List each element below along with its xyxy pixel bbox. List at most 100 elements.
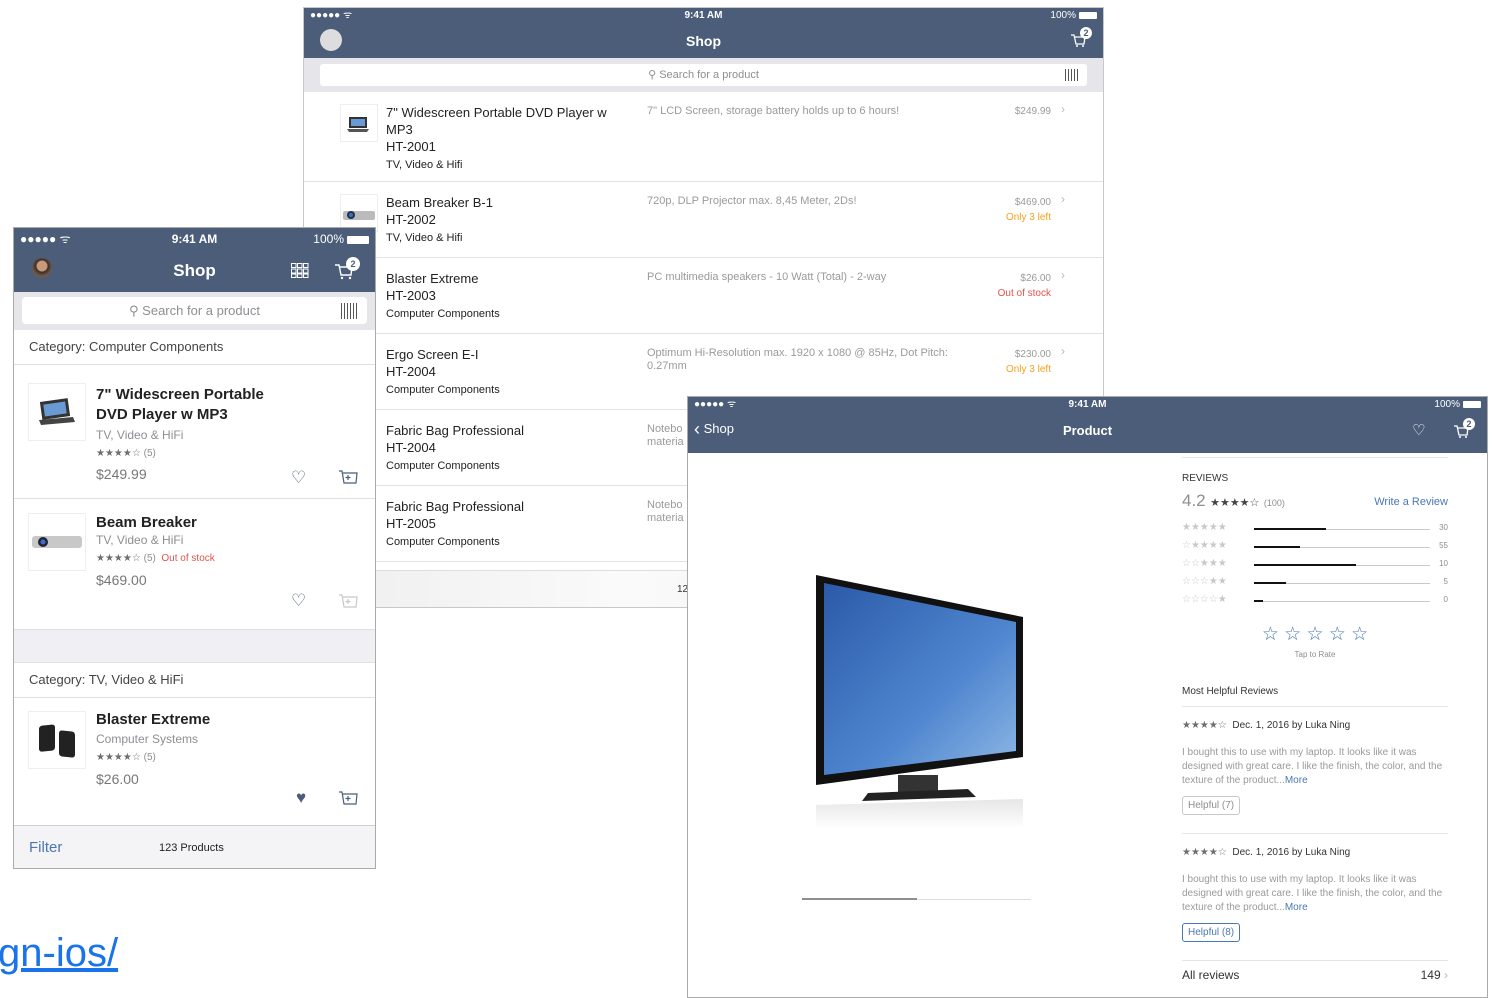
battery-icon: [347, 235, 369, 244]
product-name: 7" Widescreen Portable DVD Player w MP3: [96, 386, 264, 423]
iphone-shop-screen: ●●●●● ᯤ 9:41 AM 100% Shop 2 ⚲ Search for…: [13, 227, 376, 869]
barcode-icon[interactable]: [341, 303, 359, 319]
rating-count: 10: [1439, 559, 1448, 568]
rating-bar: [1254, 582, 1430, 584]
write-review-link[interactable]: Write a Review: [1374, 496, 1448, 508]
product-price: $469.00: [96, 572, 147, 588]
status-time: 9:41 AM: [684, 10, 723, 21]
review-meta: ★★★★☆ Dec. 1, 2016 by Luka Ning: [1182, 847, 1351, 858]
review-item: ★★★★☆ Dec. 1, 2016 by Luka Ning I bought…: [1182, 716, 1448, 836]
section-spacer: [14, 630, 375, 663]
rating-stars: ★★★★★: [1182, 522, 1227, 533]
product-name: Fabric Bag Professional HT-2005: [386, 499, 525, 531]
favorite-heart-icon[interactable]: ♡: [291, 591, 306, 611]
list-item[interactable]: 7" Widescreen Portable DVD Player w MP3 T…: [14, 365, 375, 499]
most-helpful-heading: Most Helpful Reviews: [1182, 686, 1279, 697]
product-category: Computer Components: [386, 536, 500, 548]
status-bar: ●●●●● ᯤ 9:41 AM 100%: [14, 228, 375, 250]
product-name: Ergo Screen E-I HT-2004: [386, 347, 479, 379]
products-count: 123 Products: [159, 842, 224, 854]
favorite-heart-icon[interactable]: ♡: [1412, 421, 1425, 439]
battery-icon: [1079, 11, 1097, 19]
product-thumbnail: [340, 104, 378, 142]
page-title: Product: [1062, 423, 1113, 438]
status-time: 9:41 AM: [1068, 399, 1107, 410]
product-description: 720p, DLP Projector max. 8,45 Meter, 2Ds…: [647, 195, 857, 207]
list-item[interactable]: Blaster Extreme HT-2003 Computer Componen…: [304, 258, 1103, 334]
rating-bar-fill: [1254, 564, 1356, 566]
rating-distribution-row: ☆★★★★ 55: [1182, 540, 1448, 554]
product-thumbnail: [28, 513, 86, 571]
divider: [1182, 457, 1448, 458]
add-to-cart-icon[interactable]: [338, 790, 358, 813]
rate-stars[interactable]: ☆ ☆ ☆ ☆ ☆: [1182, 623, 1448, 646]
stock-status: Out of stock: [161, 553, 215, 564]
cart-badge: 2: [1463, 418, 1475, 430]
search-input[interactable]: ⚲ Search for a product: [320, 64, 1087, 86]
navbar: ●●●●● ᯤ 9:41 AM 100% Shop 2: [304, 8, 1103, 58]
cart-button[interactable]: 2: [334, 257, 360, 285]
favorite-heart-icon[interactable]: ♡: [291, 468, 306, 488]
reviews-panel: REVIEWS 4.2 ★★★★☆ (100) Write a Review ★…: [1182, 453, 1448, 993]
product-name: Blaster Extreme: [96, 711, 211, 728]
chevron-right-icon: ›: [1061, 268, 1065, 282]
rating-bar: [1254, 600, 1430, 602]
add-to-cart-icon[interactable]: [338, 469, 358, 492]
product-category: Computer Components: [386, 308, 500, 320]
image-pager: [802, 898, 1031, 900]
chevron-right-icon: ›: [1061, 344, 1065, 358]
product-name: Blaster Extreme HT-2003: [386, 271, 479, 303]
rating-stars: ☆★★★★: [1182, 540, 1227, 551]
product-name: Beam Breaker B-1 HT-2002: [386, 195, 493, 227]
product-price: $230.00 Only 3 left: [1005, 349, 1051, 375]
cart-badge: 2: [1080, 27, 1092, 39]
all-reviews-label: All reviews: [1182, 968, 1240, 982]
rating-bar-fill: [1254, 582, 1286, 584]
navbar: ●●●●● ᯤ 9:41 AM 100% Shop 2: [14, 228, 375, 292]
cart-button[interactable]: 2: [1070, 27, 1092, 53]
rating-bar-fill: [1254, 528, 1326, 530]
list-item[interactable]: Beam Breaker B-1 HT-2002 TV, Video & Hifi…: [304, 182, 1103, 258]
product-price: $26.00: [96, 771, 139, 787]
url-fragment-link[interactable]: gn-ios/: [0, 926, 118, 980]
rating-distribution-row: ☆☆★★★ 10: [1182, 558, 1448, 572]
list-item[interactable]: Beam Breaker TV, Video & HiFi ★★★★☆ (5) …: [14, 499, 375, 630]
helpful-button[interactable]: Helpful (8): [1182, 923, 1241, 942]
review-item: ★★★★☆ Dec. 1, 2016 by Luka Ning I bought…: [1182, 843, 1448, 963]
product-thumbnail: [28, 711, 86, 769]
search-input[interactable]: ⚲ Search for a product: [22, 297, 367, 324]
product-rating: ★★★★☆ (5): [96, 448, 156, 459]
list-item[interactable]: Blaster Extreme Computer Systems ★★★★☆ (…: [14, 698, 375, 824]
review-text: I bought this to use with my laptop. It …: [1182, 747, 1443, 786]
product-category: TV, Video & Hifi: [386, 232, 463, 244]
chevron-right-icon: ›: [1061, 102, 1065, 116]
filter-button[interactable]: Filter: [29, 839, 62, 856]
category-header: Category: TV, Video & HiFi: [14, 663, 375, 698]
product-category: TV, Video & HiFi: [96, 533, 184, 547]
list-item[interactable]: 7" Widescreen Portable DVD Player w MP3 HT…: [304, 92, 1103, 182]
rating-bar-fill: [1254, 600, 1263, 602]
tap-to-rate-label: Tap to Rate: [1294, 650, 1336, 659]
rating-stars: ☆☆☆★★: [1182, 576, 1227, 587]
product-description: PC multimedia speakers - 10 Watt (Total)…: [647, 271, 887, 283]
barcode-icon[interactable]: [1065, 69, 1079, 81]
product-category: TV, Video & Hifi: [386, 159, 463, 171]
all-reviews-row[interactable]: All reviews 149 ›: [1182, 966, 1448, 992]
favorite-heart-filled-icon[interactable]: ♥: [296, 788, 306, 808]
rating-count: 30: [1439, 523, 1448, 532]
product-price: $249.99: [96, 466, 147, 482]
product-category: Computer Components: [386, 460, 500, 472]
divider: [1182, 960, 1448, 961]
more-link[interactable]: More: [1285, 902, 1308, 913]
product-description: Notebo materia: [647, 423, 684, 448]
grid-view-icon[interactable]: [291, 263, 309, 283]
status-bar: ●●●●● ᯤ 9:41 AM 100%: [304, 8, 1103, 24]
add-to-cart-icon[interactable]: [338, 593, 358, 616]
helpful-button[interactable]: Helpful (7): [1182, 796, 1241, 815]
status-bar: ●●●●● ᯤ 9:41 AM 100%: [688, 397, 1487, 413]
rating-distribution-row: ★★★★★ 30: [1182, 522, 1448, 536]
cart-button[interactable]: 2: [1453, 418, 1475, 444]
more-link[interactable]: More: [1285, 775, 1308, 786]
category-header: Category: Computer Components: [14, 330, 375, 365]
battery-indicator: 100%: [1050, 8, 1097, 24]
